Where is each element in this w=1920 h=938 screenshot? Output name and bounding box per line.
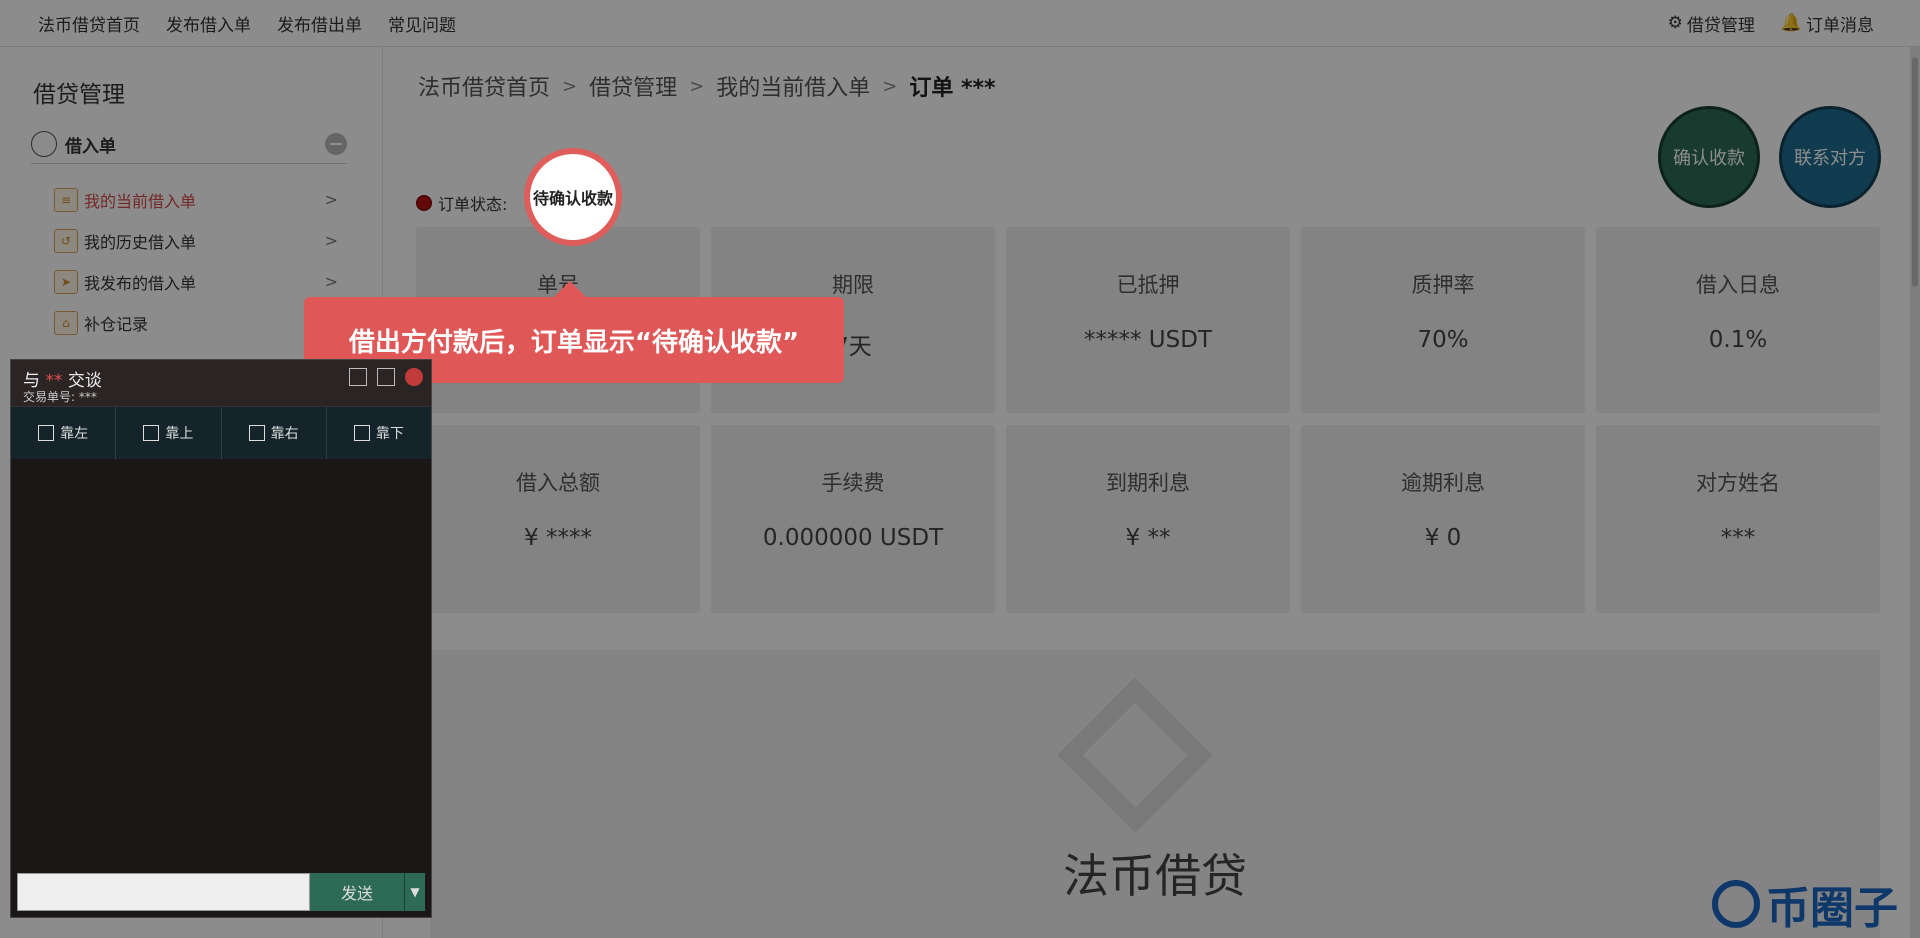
send-options-dropdown[interactable]: ▼	[404, 873, 425, 911]
chat-order-label: 交易单号:	[23, 390, 76, 404]
chat-dock-bar: 靠左 靠上 靠右 靠下	[11, 406, 431, 459]
send-button[interactable]: 发送	[310, 873, 404, 911]
chat-input-row: 发送 ▼	[17, 873, 425, 911]
dock-bottom-icon	[353, 425, 370, 441]
dock-left-button[interactable]: 靠左	[11, 407, 117, 459]
status-spotlight: 待确认收款	[524, 148, 622, 246]
minimize-icon[interactable]	[349, 368, 367, 386]
chat-order-value: ***	[78, 390, 97, 404]
chat-header[interactable]: 与 ** 交谈 交易单号: ***	[11, 360, 431, 406]
chat-order-number: 交易单号: ***	[23, 388, 97, 405]
maximize-icon[interactable]	[377, 368, 395, 386]
dock-top-icon	[143, 425, 160, 441]
order-status-value: 待确认收款	[532, 189, 613, 208]
chat-messages[interactable]	[11, 459, 431, 872]
dock-top-label: 靠上	[165, 426, 194, 442]
dock-right-icon	[248, 425, 265, 441]
dock-right-button[interactable]: 靠右	[222, 407, 327, 459]
chat-window-controls	[349, 368, 423, 386]
dock-left-icon	[38, 425, 55, 441]
close-icon[interactable]	[405, 368, 423, 386]
dock-right-label: 靠右	[270, 426, 299, 442]
chat-window[interactable]: 与 ** 交谈 交易单号: *** 靠左 靠上 靠右 靠下 发送 ▼	[10, 359, 432, 918]
dock-bottom-label: 靠下	[375, 426, 404, 442]
dock-top-button[interactable]: 靠上	[116, 407, 222, 459]
dock-bottom-button[interactable]: 靠下	[327, 407, 431, 459]
chat-message-input[interactable]	[17, 873, 310, 911]
dock-left-label: 靠左	[60, 426, 89, 442]
